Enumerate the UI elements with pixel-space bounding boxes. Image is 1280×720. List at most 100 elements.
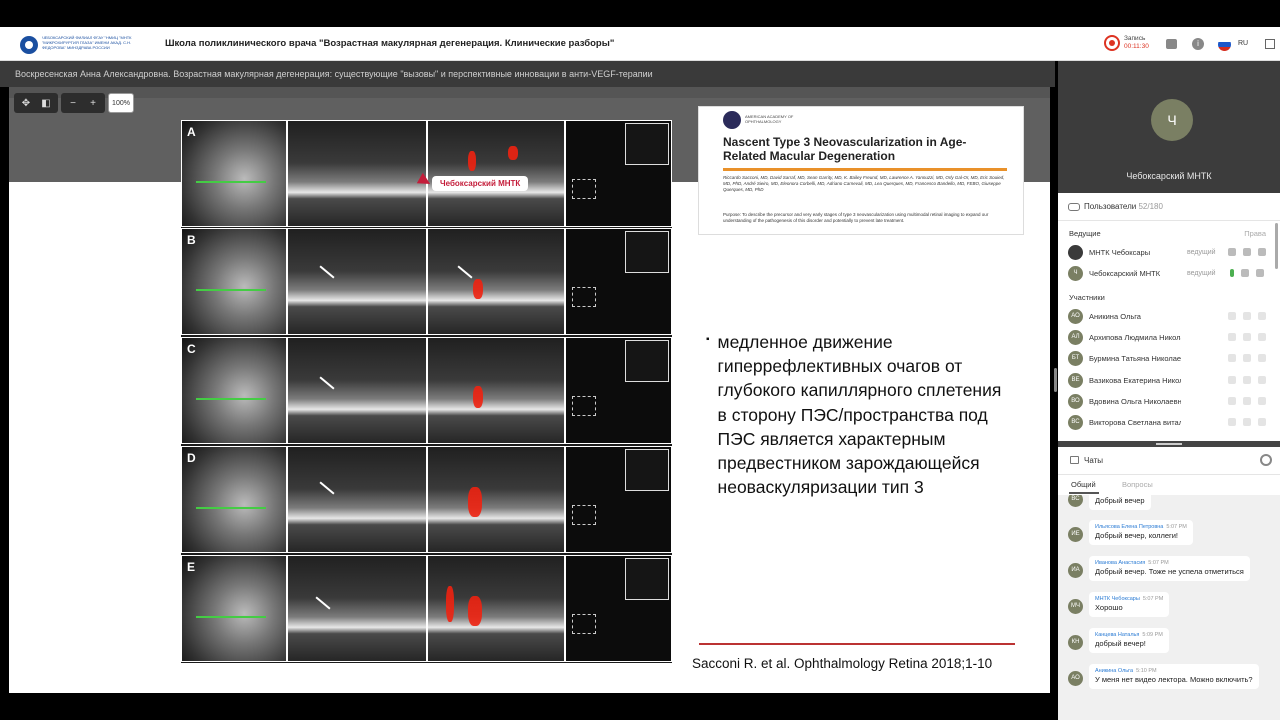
camera-off-icon[interactable] xyxy=(1243,312,1251,320)
mic-off-icon[interactable] xyxy=(1228,397,1236,405)
user-row[interactable]: АО Аникина Ольга xyxy=(1068,306,1268,326)
mic-on-icon[interactable] xyxy=(1230,269,1234,277)
message-text: добрый вечер! xyxy=(1095,639,1146,648)
fundus-image: B xyxy=(181,228,287,335)
pan-controls: ✥ ◧ xyxy=(14,93,58,113)
divider-grip[interactable] xyxy=(1156,443,1182,445)
language-selector[interactable]: RU xyxy=(1238,40,1248,47)
user-row[interactable]: АЛ Архипова Людмила Николаевна xyxy=(1068,327,1268,347)
user-name: Бурмина Татьяна Николаевна xyxy=(1089,353,1181,363)
logo-text: ЧЕБОКСАРСКИЙ ФИЛИАЛ ФГАУ "НМИЦ "МНТК "МИ… xyxy=(42,35,132,50)
scan-line xyxy=(196,398,266,400)
en-face-image xyxy=(565,228,672,335)
zoom-in-button[interactable]: + xyxy=(83,98,103,109)
message-bubble: Ильясова Елена Петровна 5:07 PM Добрый ве… xyxy=(1089,520,1193,545)
mic-off-icon[interactable] xyxy=(1228,418,1236,426)
zoom-out-button[interactable]: − xyxy=(63,98,83,109)
user-row[interactable]: Ч Чебоксарский МНТК ведущий xyxy=(1068,263,1268,283)
message-author: Ильясова Елена Петровна xyxy=(1095,524,1164,530)
fundus-image: A xyxy=(181,120,287,227)
move-icon[interactable]: ✥ xyxy=(16,98,36,109)
camera-off-icon[interactable] xyxy=(1243,397,1251,405)
mic-off-icon[interactable] xyxy=(1228,248,1236,256)
russia-flag-icon[interactable] xyxy=(1218,38,1231,51)
bullet-text: медленное движение гиперрефлективных оча… xyxy=(717,332,1002,498)
top-bar: ЧЕБОКСАРСКИЙ ФИЛИАЛ ФГАУ "НМИЦ "МНТК "МИ… xyxy=(0,27,1280,61)
chat-message: ИА Иванова Анастасия 5:07 PM Добрый вечер… xyxy=(1068,556,1250,581)
message-text: У меня нет видео лектора. Можно включить… xyxy=(1095,675,1253,684)
record-time: 00:11:30 xyxy=(1124,43,1149,50)
screen-share-icon[interactable] xyxy=(1258,418,1266,426)
record-indicator[interactable]: Запись 00:11:30 xyxy=(1104,35,1149,51)
user-name: МНТК Чебоксары xyxy=(1089,247,1151,257)
slide-bullet: ▪ медленное движение гиперрефлективных о… xyxy=(706,330,1006,499)
camera-off-icon[interactable] xyxy=(1243,354,1251,362)
users-scrollbar[interactable] xyxy=(1275,223,1278,269)
camera-off-icon[interactable] xyxy=(1243,418,1251,426)
oct-bscan-image xyxy=(287,228,427,335)
zoom-inset xyxy=(625,123,669,165)
panel-resize-handle[interactable] xyxy=(1054,368,1057,392)
mic-off-icon[interactable] xyxy=(1228,354,1236,362)
region-box xyxy=(572,505,596,525)
tab-questions[interactable]: Вопросы xyxy=(1122,480,1153,489)
mic-off-icon[interactable] xyxy=(1228,312,1236,320)
message-author: МНТК Чебоксары xyxy=(1095,596,1140,602)
avatar: БТ xyxy=(1068,350,1083,366)
camera-off-icon[interactable] xyxy=(1243,376,1251,384)
mic-off-icon[interactable] xyxy=(1228,376,1236,384)
fullscreen-icon[interactable] xyxy=(1265,39,1275,49)
chat-header[interactable]: Чаты xyxy=(1058,447,1280,475)
screen-share-icon[interactable] xyxy=(1258,312,1266,320)
paper-authors: Riccardo Sacconi, MD, David Sarraf, MD, … xyxy=(723,175,1005,192)
user-row[interactable]: МНТК Чебоксары ведущий xyxy=(1068,242,1268,262)
figure-row: A xyxy=(181,120,672,227)
screen-share-icon[interactable] xyxy=(1258,354,1266,362)
user-name: Чебоксарский МНТК xyxy=(1089,268,1161,278)
paper-title-rule xyxy=(723,168,1007,171)
fit-icon[interactable]: ◧ xyxy=(36,98,56,109)
row-letter: D xyxy=(187,451,196,465)
camera-off-icon[interactable] xyxy=(1243,333,1251,341)
arrow-marker xyxy=(319,376,335,390)
figure-row: C xyxy=(181,337,672,444)
gear-icon[interactable] xyxy=(1260,454,1272,466)
user-role: ведущий xyxy=(1187,269,1216,277)
info-icon[interactable]: i xyxy=(1192,38,1204,50)
message-text: Добрый вечер. Тоже не успела отметиться xyxy=(1095,567,1244,576)
avatar: Ч xyxy=(1068,265,1083,281)
rights-label: Права xyxy=(1244,229,1266,238)
tab-general[interactable]: Общий xyxy=(1069,480,1099,494)
octa-overlay-image xyxy=(427,228,565,335)
avatar: АЛ xyxy=(1068,329,1083,345)
screen-share-icon[interactable] xyxy=(1258,333,1266,341)
arrow-marker xyxy=(319,481,335,495)
flow-signal xyxy=(446,586,454,622)
zoom-inset xyxy=(625,340,669,382)
camera-off-icon[interactable] xyxy=(1243,248,1251,256)
pointer-label: Чебоксарский МНТК xyxy=(432,176,529,191)
folder-icon[interactable] xyxy=(1166,39,1177,49)
message-bubble: Добрый вечер xyxy=(1089,495,1151,510)
slide-reference: Sacconi R. et al. Ophthalmology Retina 2… xyxy=(692,656,993,671)
screen-share-icon[interactable] xyxy=(1256,269,1264,277)
participants-group-label: Участники xyxy=(1069,293,1105,302)
user-row[interactable]: ВО Вдовина Ольга Николаевна xyxy=(1068,391,1268,411)
message-time: 5:10 PM xyxy=(1136,668,1157,674)
screen-share-icon[interactable] xyxy=(1258,248,1266,256)
camera-off-icon[interactable] xyxy=(1241,269,1249,277)
screen-share-icon[interactable] xyxy=(1258,376,1266,384)
user-row[interactable]: ВЕ Вазикова Екатерина Николаевна xyxy=(1068,370,1268,390)
video-tile[interactable]: Ч Чебоксарский МНТК xyxy=(1058,61,1280,193)
octa-overlay-image xyxy=(427,555,565,662)
user-row[interactable]: ВС Викторова Светлана витальевна xyxy=(1068,412,1268,432)
mic-off-icon[interactable] xyxy=(1228,333,1236,341)
zoom-level[interactable]: 100% xyxy=(108,93,134,113)
user-row[interactable]: БТ Бурмина Татьяна Николаевна xyxy=(1068,348,1268,368)
avatar: АО xyxy=(1068,308,1083,324)
oct-bscan-image xyxy=(287,337,427,444)
screen-share-icon[interactable] xyxy=(1258,397,1266,405)
octa-overlay-image xyxy=(427,446,565,553)
users-header[interactable]: Пользователи 52/180 xyxy=(1058,193,1280,221)
webinar-title: Школа поликлинического врача "Возрастная… xyxy=(165,38,615,49)
